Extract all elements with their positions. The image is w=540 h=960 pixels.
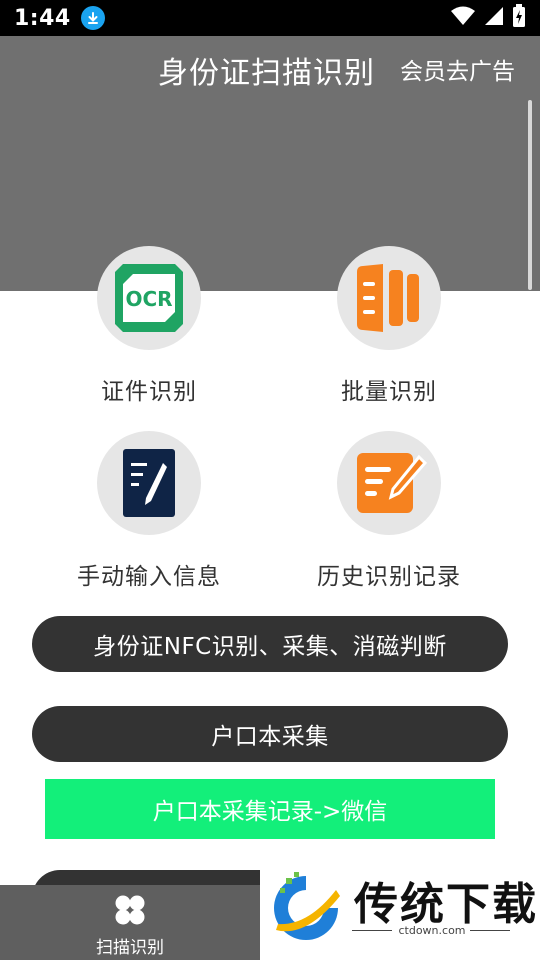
tile-label: 批量识别: [341, 379, 437, 405]
tile-batch-recognition[interactable]: 批量识别: [274, 246, 504, 406]
tile-history[interactable]: 历史识别记录: [274, 431, 504, 591]
ocr-icon: OCR: [115, 264, 183, 332]
nfc-button[interactable]: 身份证NFC识别、采集、消磁判断: [32, 616, 508, 672]
watermark: 传统下载 ctdown.com: [260, 860, 540, 960]
hukou-capture-button[interactable]: 户口本采集: [32, 706, 508, 762]
watermark-domain: ctdown.com: [398, 924, 466, 937]
ocr-icon-text: OCR: [125, 287, 172, 311]
batch-cards-icon: [357, 264, 419, 332]
page-title: 身份证扫描识别: [158, 56, 375, 91]
battery-icon: [512, 4, 526, 32]
watermark-brand: 传统下载: [354, 879, 538, 930]
tile-label: 证件识别: [101, 379, 197, 405]
notebook-pen-icon: [123, 449, 175, 517]
wifi-icon: [450, 6, 476, 30]
bottom-nav-label: 扫描识别: [96, 938, 164, 958]
bottom-nav-scan[interactable]: 扫描识别: [0, 885, 260, 960]
member-remove-ads-link[interactable]: 会员去广告: [400, 52, 515, 86]
download-icon: [80, 6, 105, 30]
tile-manual-input[interactable]: 手动输入信息: [34, 431, 264, 591]
edit-document-icon: [357, 453, 428, 513]
signal-icon: [484, 6, 504, 30]
status-time: 1:44: [14, 5, 71, 31]
hukou-record-wechat-button[interactable]: 户口本采集记录->微信: [45, 779, 495, 839]
status-bar: 1:44: [0, 0, 540, 36]
watermark-logo-icon: [274, 872, 340, 940]
scrollbar[interactable]: [528, 100, 532, 290]
clover-icon: [115, 895, 145, 925]
tile-label: 手动输入信息: [77, 564, 221, 590]
tile-label: 历史识别记录: [317, 564, 461, 590]
tile-id-recognition[interactable]: OCR 证件识别: [34, 246, 264, 406]
